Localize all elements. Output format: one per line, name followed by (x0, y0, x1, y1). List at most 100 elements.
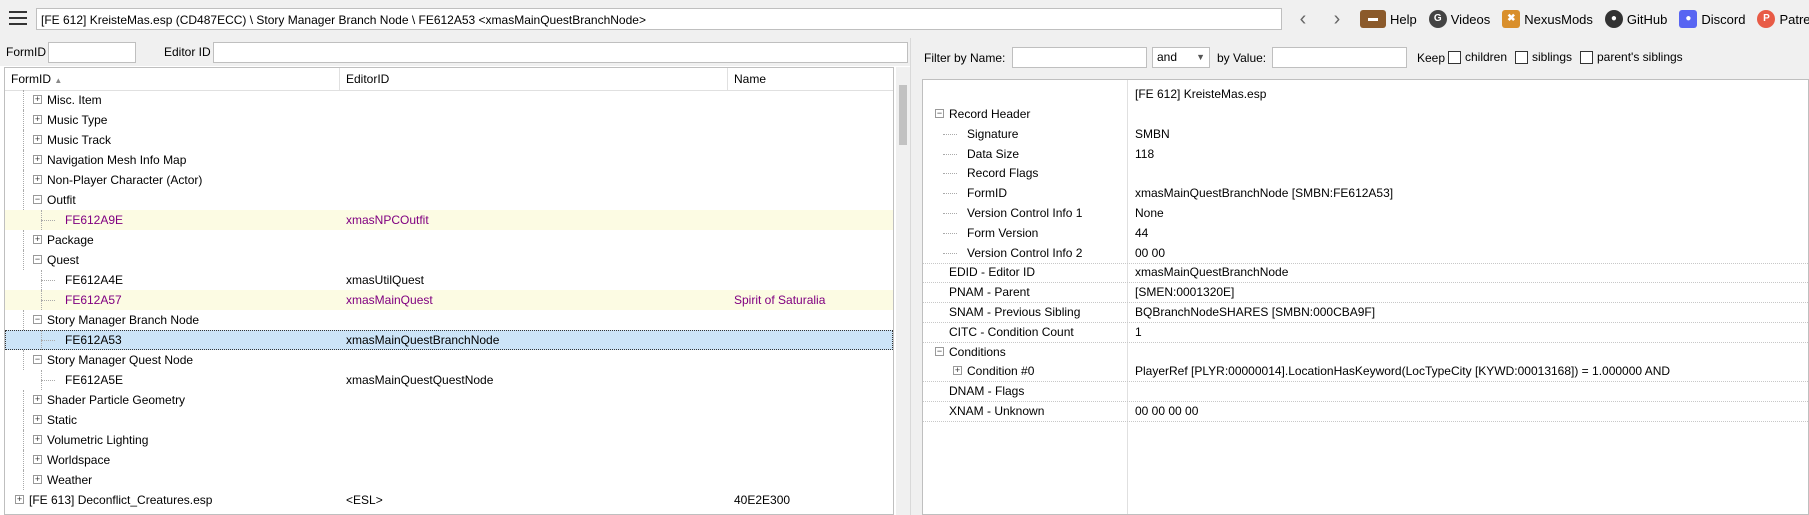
collapse-icon[interactable]: − (935, 346, 944, 356)
tree-connector (943, 153, 957, 155)
filter-value-input[interactable] (1272, 47, 1407, 68)
discord-link[interactable]: ● Discord (1679, 10, 1745, 28)
keep-children-checkbox[interactable]: children (1448, 50, 1507, 64)
record-field-value: 44 (1135, 225, 1149, 240)
tree-row[interactable]: − Story Manager Branch Node (5, 310, 893, 330)
tree-connector (41, 220, 55, 221)
expand-icon[interactable]: + (953, 366, 962, 376)
menu-icon[interactable] (9, 11, 27, 25)
record-field-label: Version Control Info 2 (967, 245, 1083, 260)
tree-connector (41, 380, 55, 381)
tree-cell-editorid: xmasMainQuestBranchNode (346, 333, 500, 347)
back-arrow-icon[interactable]: ‹ (1292, 8, 1314, 30)
record-field-row[interactable]: Data Size 118 (923, 144, 1808, 164)
tree-row[interactable]: + Weather (5, 470, 893, 490)
expand-icon[interactable]: + (33, 95, 42, 104)
record-field-row[interactable]: Signature SMBN (923, 124, 1808, 144)
expand-icon[interactable]: + (33, 135, 42, 144)
collapse-icon[interactable]: − (33, 355, 42, 364)
search-row: FormID Editor ID (0, 38, 910, 66)
tree-row[interactable]: + Music Type (5, 110, 893, 130)
column-editorid[interactable]: EditorID (340, 68, 728, 90)
record-file-header: [FE 612] KreisteMas.esp (1135, 87, 1267, 101)
tree-cell-name: 40E2E300 (734, 493, 791, 507)
collapse-icon[interactable]: − (33, 255, 42, 264)
github-link[interactable]: ● GitHub (1604, 10, 1667, 28)
record-field-label: SNAM - Previous Sibling (949, 305, 1081, 319)
collapse-icon[interactable]: − (33, 195, 42, 204)
record-field-row[interactable]: DNAM - Flags (923, 381, 1808, 403)
tree-connector (23, 130, 24, 150)
keep-parents-siblings-checkbox[interactable]: parent's siblings (1580, 50, 1683, 64)
record-field-row[interactable]: Version Control Info 1 None (923, 203, 1808, 223)
record-field-row[interactable]: EDID - Editor ID xmasMainQuestBranchNode (923, 262, 1808, 284)
formid-input[interactable] (48, 42, 136, 63)
tree-connector (23, 310, 24, 330)
patreon-link[interactable]: PPatreon (1757, 10, 1809, 28)
tree-cell-formid: Package (47, 233, 94, 247)
editorid-input[interactable] (213, 42, 908, 63)
expand-icon[interactable]: + (33, 475, 42, 484)
tree-row[interactable]: FE612A4E xmasUtilQuest (5, 270, 893, 290)
tree-row[interactable]: FE612A5E xmasMainQuestQuestNode (5, 370, 893, 390)
tree-row[interactable]: +[FE 614] Deconflict_Misc_Items.esp<ESL>… (5, 510, 893, 514)
expand-icon[interactable]: + (33, 455, 42, 464)
tree-row[interactable]: + Shader Particle Geometry (5, 390, 893, 410)
tree-cell-formid: FE612A5E (65, 373, 124, 387)
tree-row[interactable]: + Volumetric Lighting (5, 430, 893, 450)
tree-row[interactable]: FE612A9E xmasNPCOutfit (5, 210, 893, 230)
record-path-field[interactable]: [FE 612] KreisteMas.esp (CD487ECC) \ Sto… (36, 8, 1282, 30)
collapse-icon[interactable]: − (935, 109, 944, 118)
record-field-row[interactable]: XNAM - Unknown 00 00 00 00 (923, 401, 1808, 422)
tree-row[interactable]: − Story Manager Quest Node (5, 350, 893, 370)
nexusmods-icon: ✖ (1502, 10, 1521, 28)
column-name[interactable]: Name (728, 68, 893, 90)
tree-row[interactable]: + Non-Player Character (Actor) (5, 170, 893, 190)
expand-icon[interactable]: + (33, 395, 42, 404)
tree-cell-formid: [FE 614] Deconflict_Misc_Items.esp (29, 510, 220, 514)
help-link[interactable]: ▬ Help (1360, 10, 1417, 28)
collapse-icon[interactable]: − (33, 315, 42, 324)
tree-connector (23, 250, 24, 270)
expand-icon[interactable]: + (33, 235, 42, 244)
record-field-row[interactable]: Version Control Info 2 00 00 (923, 243, 1808, 264)
tree-row[interactable]: + Misc. Item (5, 90, 893, 110)
record-field-row[interactable]: + Condition #0 PlayerRef [PLYR:00000014].L… (923, 361, 1808, 383)
filter-by-name-label: Filter by Name: (924, 51, 1006, 65)
tree-cell-formid: Quest (47, 253, 80, 267)
record-field-row[interactable]: CITC - Condition Count 1 (923, 322, 1808, 343)
tree-row[interactable]: + Navigation Mesh Info Map (5, 150, 893, 170)
record-field-row[interactable]: FormID xmasMainQuestBranchNode [SMBN:FE61… (923, 183, 1808, 203)
videos-link[interactable]: G Videos (1428, 10, 1490, 28)
record-field-row[interactable]: SNAM - Previous Sibling BQBranchNodeSHARE… (923, 302, 1808, 323)
tree-row[interactable]: − Quest (5, 250, 893, 270)
record-field-row[interactable]: PNAM - Parent [SMEN:0001320E] (923, 282, 1808, 304)
tree-row[interactable]: FE612A57 xmasMainQuest Spirit of Saturalia (5, 290, 893, 310)
tree-row[interactable]: + Worldspace (5, 450, 893, 470)
record-field-row[interactable]: − Conditions (923, 342, 1808, 362)
record-field-row[interactable]: Record Flags (923, 163, 1808, 183)
expand-icon[interactable]: + (33, 175, 42, 184)
scrollbar-thumb[interactable] (899, 85, 907, 145)
filter-operator-select[interactable]: and ▼ (1152, 47, 1210, 68)
tree-row[interactable]: − Outfit (5, 190, 893, 210)
expand-icon[interactable]: + (15, 495, 24, 504)
tree-row[interactable]: + Music Track (5, 130, 893, 150)
tree-scrollbar[interactable] (896, 67, 910, 515)
expand-icon[interactable]: + (33, 415, 42, 424)
nexusmods-link[interactable]: ✖ NexusMods (1502, 10, 1593, 28)
expand-icon[interactable]: + (33, 115, 42, 124)
record-field-label: XNAM - Unknown (949, 404, 1045, 418)
column-formid[interactable]: FormID ▲ (5, 68, 340, 90)
tree-row[interactable]: + Static (5, 410, 893, 430)
tree-row[interactable]: + Package (5, 230, 893, 250)
keep-siblings-checkbox[interactable]: siblings (1515, 50, 1572, 64)
record-field-row[interactable]: Form Version 44 (923, 223, 1808, 243)
forward-arrow-icon[interactable]: › (1326, 8, 1348, 30)
expand-icon[interactable]: + (33, 155, 42, 164)
filter-name-input[interactable] (1012, 47, 1147, 68)
tree-row[interactable]: + [FE 613] Deconflict_Creatures.esp <ESL> 4… (5, 490, 893, 510)
record-field-row[interactable]: − Record Header (923, 104, 1808, 124)
expand-icon[interactable]: + (33, 435, 42, 444)
tree-row[interactable]: FE612A53 xmasMainQuestBranchNode (5, 330, 893, 350)
